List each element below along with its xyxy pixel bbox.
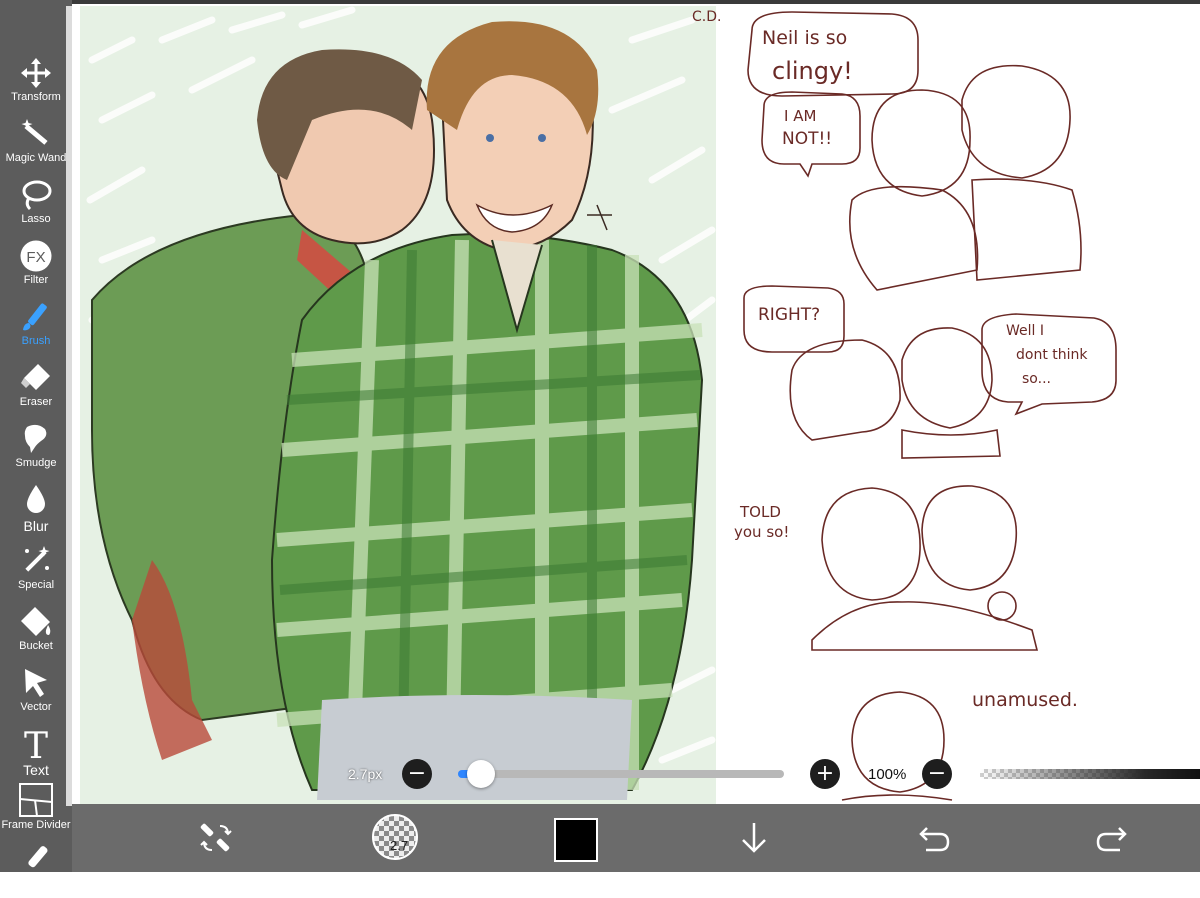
brush-preview[interactable] — [372, 814, 418, 860]
bubble-text: Well I — [1006, 323, 1044, 339]
tool-label: Filter — [23, 274, 49, 286]
comic-text: TOLD — [740, 503, 781, 521]
tool-label: Frame Divider — [1, 819, 71, 831]
tool-smudge[interactable]: Smudge — [0, 418, 72, 478]
tool-label: Lasso — [21, 213, 51, 225]
color-swatch[interactable] — [554, 818, 598, 862]
bubble-text: RIGHT? — [758, 305, 821, 325]
tool-blur[interactable]: Blur — [0, 479, 72, 539]
canvas-artwork — [80, 6, 1117, 804]
bubble-text: clingy! — [772, 57, 853, 85]
bubble-text: NOT!! — [782, 129, 833, 149]
redo-icon — [1096, 827, 1127, 852]
tool-lasso[interactable]: Lasso — [0, 174, 72, 234]
right-figure-eye — [486, 134, 494, 142]
vector-arrow-icon — [25, 669, 47, 697]
comic-text: you so! — [734, 523, 790, 541]
brush-icon — [23, 303, 47, 331]
tool-magic-wand[interactable]: Magic Wand — [0, 113, 72, 173]
download-arrow-icon — [742, 823, 766, 853]
tool-label: Eraser — [19, 396, 53, 408]
zoom-out-button[interactable]: − — [922, 759, 952, 789]
increase-size-button[interactable]: + — [810, 759, 840, 789]
svg-text:T: T — [24, 727, 48, 761]
swap-brush-button[interactable] — [190, 804, 242, 872]
magic-wand-icon — [21, 119, 48, 145]
comic-text: unamused. — [972, 689, 1078, 711]
canvas-top-border — [72, 0, 1200, 4]
tool-label: Blur — [23, 518, 49, 534]
plus-icon: + — [815, 761, 835, 786]
brush-size-slider[interactable] — [458, 770, 784, 778]
drawing-canvas[interactable]: C.D. Neil is so clingy! I AM NOT!! RIGHT… — [72, 0, 1200, 804]
bubble-text: I AM — [784, 107, 817, 125]
tool-eyedropper[interactable] — [0, 838, 72, 898]
svg-text:FX: FX — [26, 249, 45, 266]
tool-special[interactable]: Special — [0, 540, 72, 600]
minus-icon: − — [407, 761, 427, 786]
swap-tool-icon — [200, 823, 232, 852]
tool-label: Bucket — [19, 640, 53, 652]
tool-label: Vector — [20, 701, 52, 713]
tool-filter[interactable]: FX Filter — [0, 235, 72, 295]
fx-filter-icon: FX — [20, 240, 52, 272]
tool-label: Smudge — [15, 457, 57, 469]
tool-bucket[interactable]: Bucket — [0, 601, 72, 661]
tool-vector[interactable]: Vector — [0, 662, 72, 722]
tool-frame-divider[interactable]: Frame Divider — [0, 778, 72, 838]
bubble-text: so... — [1022, 371, 1051, 387]
tool-brush[interactable]: Brush — [0, 296, 72, 356]
bubble-text: Neil is so — [762, 27, 848, 49]
lasso-icon — [22, 180, 52, 211]
tool-label: Brush — [21, 335, 51, 347]
tool-eraser[interactable]: Eraser — [0, 357, 72, 417]
tool-label: Text — [23, 762, 49, 778]
bucket-icon — [21, 607, 51, 636]
tool-transform[interactable]: Transform — [0, 52, 72, 112]
bubble-dont-think — [981, 313, 1117, 416]
brush-size-label: 2.7px — [348, 766, 383, 782]
right-figure-eye — [538, 134, 546, 142]
special-wand-icon — [25, 546, 50, 572]
tool-text[interactable]: T Text — [0, 723, 72, 783]
minus-icon: − — [927, 761, 947, 786]
text-t-icon: T — [24, 727, 48, 761]
bubble-text: dont think — [1016, 347, 1088, 363]
bottom-toolbar — [72, 804, 1200, 872]
decrease-size-button[interactable]: − — [402, 759, 432, 789]
tool-label: Special — [17, 579, 55, 591]
zoom-level: 100% — [868, 766, 907, 783]
undo-icon — [919, 827, 950, 852]
eyedropper-icon — [28, 846, 48, 868]
comic-caption: C.D. — [692, 9, 722, 25]
smudge-icon — [24, 424, 47, 453]
opacity-slider[interactable] — [980, 769, 1200, 779]
eraser-icon — [21, 364, 50, 390]
tool-sidebar: Transform Magic Wand Lasso FX Filter Bru… — [0, 0, 72, 872]
tool-label: Transform — [11, 91, 61, 103]
slider-handle[interactable] — [467, 760, 495, 788]
save-button[interactable] — [728, 804, 780, 872]
tool-label: Magic Wand — [5, 152, 67, 164]
blur-drop-icon — [27, 485, 45, 513]
brush-size-value: 2.7 — [390, 838, 409, 853]
frame-divider-icon — [19, 783, 53, 817]
move-arrows-icon — [21, 58, 51, 88]
redo-button[interactable] — [1086, 804, 1138, 872]
undo-button[interactable] — [908, 804, 960, 872]
